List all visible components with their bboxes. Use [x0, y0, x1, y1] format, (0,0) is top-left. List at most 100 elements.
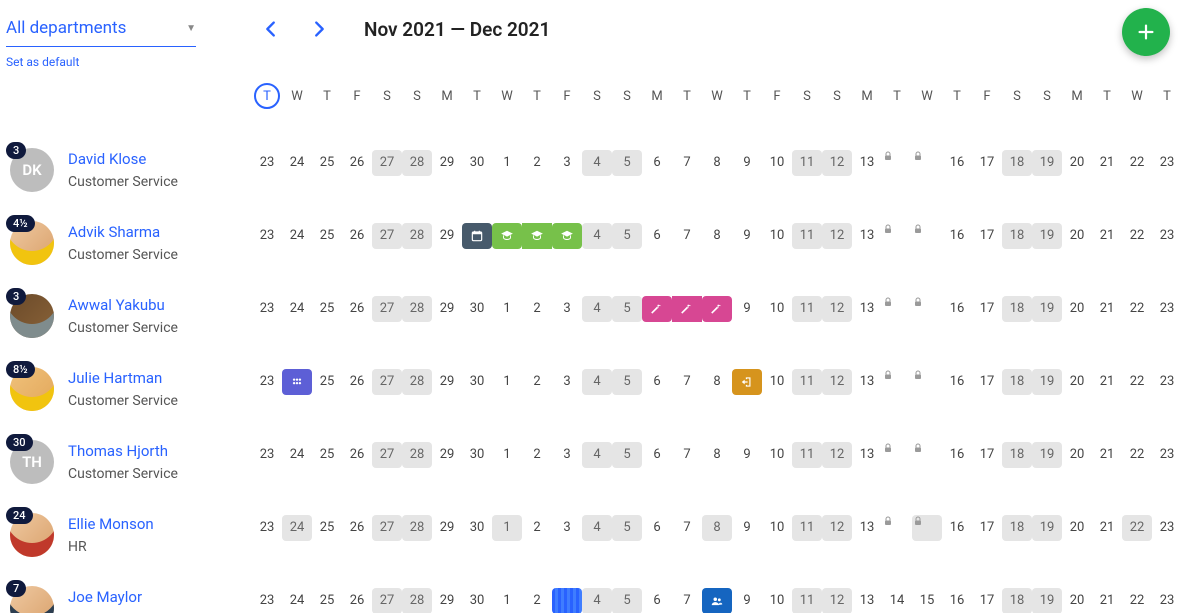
day-cell[interactable]: 25: [312, 150, 342, 176]
day-cell[interactable]: 28: [402, 588, 432, 613]
day-cell[interactable]: 10: [762, 442, 792, 468]
person-name[interactable]: Julie Hartman: [68, 369, 178, 387]
avatar[interactable]: 8½: [10, 367, 54, 411]
day-cell[interactable]: 4: [582, 369, 612, 395]
day-cell[interactable]: 24: [282, 515, 312, 541]
event-cell[interactable]: [552, 588, 582, 613]
day-cell[interactable]: 23: [252, 515, 282, 541]
day-cell[interactable]: 12: [822, 296, 852, 322]
person-name[interactable]: Joe Maylor: [68, 588, 150, 606]
day-cell[interactable]: 2: [522, 588, 552, 613]
day-cell[interactable]: 7: [672, 442, 702, 468]
day-cell[interactable]: 23: [252, 296, 282, 322]
day-cell[interactable]: 25: [312, 515, 342, 541]
day-cell[interactable]: 12: [822, 442, 852, 468]
day-cell[interactable]: 10: [762, 588, 792, 613]
day-cell[interactable]: 28: [402, 442, 432, 468]
day-cell[interactable]: 30: [462, 588, 492, 613]
day-cell[interactable]: 12: [822, 515, 852, 541]
day-cell[interactable]: 12: [822, 223, 852, 249]
day-cell[interactable]: 26: [342, 150, 372, 176]
day-cell[interactable]: 18: [1002, 515, 1032, 541]
day-cell[interactable]: 21: [1092, 442, 1122, 468]
day-cell[interactable]: 11: [792, 588, 822, 613]
day-cell[interactable]: 4: [582, 223, 612, 249]
event-cell[interactable]: [702, 588, 732, 613]
day-cell[interactable]: 22: [1122, 442, 1152, 468]
event-cell[interactable]: [282, 369, 312, 395]
day-cell[interactable]: 13: [852, 515, 882, 541]
day-cell[interactable]: 5: [612, 223, 642, 249]
day-cell[interactable]: 8: [702, 223, 732, 249]
day-cell[interactable]: 21: [1092, 515, 1122, 541]
event-cell[interactable]: [462, 223, 492, 249]
day-cell[interactable]: 28: [402, 296, 432, 322]
day-cell[interactable]: 18: [1002, 296, 1032, 322]
day-cell[interactable]: 26: [342, 442, 372, 468]
day-cell[interactable]: 3: [552, 369, 582, 395]
avatar[interactable]: DK3: [10, 148, 54, 192]
day-cell[interactable]: 18: [1002, 588, 1032, 613]
person-name[interactable]: David Klose: [68, 150, 178, 168]
day-cell[interactable]: 20: [1062, 515, 1092, 541]
day-cell[interactable]: 12: [822, 369, 852, 395]
day-cell[interactable]: 17: [972, 223, 1002, 249]
day-cell[interactable]: 6: [642, 223, 672, 249]
day-cell[interactable]: 19: [1032, 588, 1062, 613]
day-cell[interactable]: 1: [492, 588, 522, 613]
day-cell[interactable]: 5: [612, 442, 642, 468]
day-cell[interactable]: 17: [972, 588, 1002, 613]
day-cell[interactable]: 17: [972, 442, 1002, 468]
day-cell[interactable]: 3: [552, 442, 582, 468]
day-cell[interactable]: 20: [1062, 442, 1092, 468]
day-cell[interactable]: 10: [762, 369, 792, 395]
day-cell[interactable]: 23: [1152, 588, 1182, 613]
day-cell[interactable]: 17: [972, 150, 1002, 176]
day-cell[interactable]: 16: [942, 296, 972, 322]
locked-day-cell[interactable]: [882, 442, 912, 468]
day-cell[interactable]: 4: [582, 588, 612, 613]
day-cell[interactable]: 27: [372, 588, 402, 613]
day-cell[interactable]: 23: [1152, 515, 1182, 541]
day-cell[interactable]: 25: [312, 369, 342, 395]
event-cell[interactable]: [552, 223, 582, 249]
day-cell[interactable]: 10: [762, 296, 792, 322]
day-cell[interactable]: 2: [522, 296, 552, 322]
day-cell[interactable]: 26: [342, 588, 372, 613]
day-cell[interactable]: 22: [1122, 369, 1152, 395]
department-filter[interactable]: All departments ▼: [6, 14, 196, 47]
day-cell[interactable]: 18: [1002, 150, 1032, 176]
day-cell[interactable]: 26: [342, 515, 372, 541]
day-cell[interactable]: 1: [492, 296, 522, 322]
day-cell[interactable]: 10: [762, 515, 792, 541]
person-name[interactable]: Thomas Hjorth: [68, 442, 178, 460]
day-cell[interactable]: 17: [972, 296, 1002, 322]
day-cell[interactable]: 11: [792, 223, 822, 249]
day-cell[interactable]: 20: [1062, 588, 1092, 613]
day-cell[interactable]: 17: [972, 515, 1002, 541]
day-cell[interactable]: 23: [1152, 442, 1182, 468]
day-cell[interactable]: 27: [372, 223, 402, 249]
day-cell[interactable]: 9: [732, 150, 762, 176]
event-cell[interactable]: [702, 296, 732, 322]
day-cell[interactable]: 2: [522, 369, 552, 395]
day-cell[interactable]: 29: [432, 588, 462, 613]
day-cell[interactable]: 15: [912, 588, 942, 613]
day-cell[interactable]: 24: [282, 296, 312, 322]
event-cell[interactable]: [492, 223, 522, 249]
day-cell[interactable]: 24: [282, 442, 312, 468]
day-cell[interactable]: 6: [642, 442, 672, 468]
avatar[interactable]: 3: [10, 294, 54, 338]
day-cell[interactable]: 30: [462, 150, 492, 176]
day-cell[interactable]: 4: [582, 515, 612, 541]
day-cell[interactable]: 22: [1122, 223, 1152, 249]
day-cell[interactable]: 22: [1122, 588, 1152, 613]
day-cell[interactable]: 10: [762, 223, 792, 249]
day-cell[interactable]: 7: [672, 150, 702, 176]
day-cell[interactable]: 24: [282, 150, 312, 176]
day-cell[interactable]: 4: [582, 442, 612, 468]
day-cell[interactable]: 26: [342, 296, 372, 322]
locked-day-cell[interactable]: [912, 150, 942, 176]
day-cell[interactable]: 21: [1092, 369, 1122, 395]
locked-day-cell[interactable]: [912, 223, 942, 249]
